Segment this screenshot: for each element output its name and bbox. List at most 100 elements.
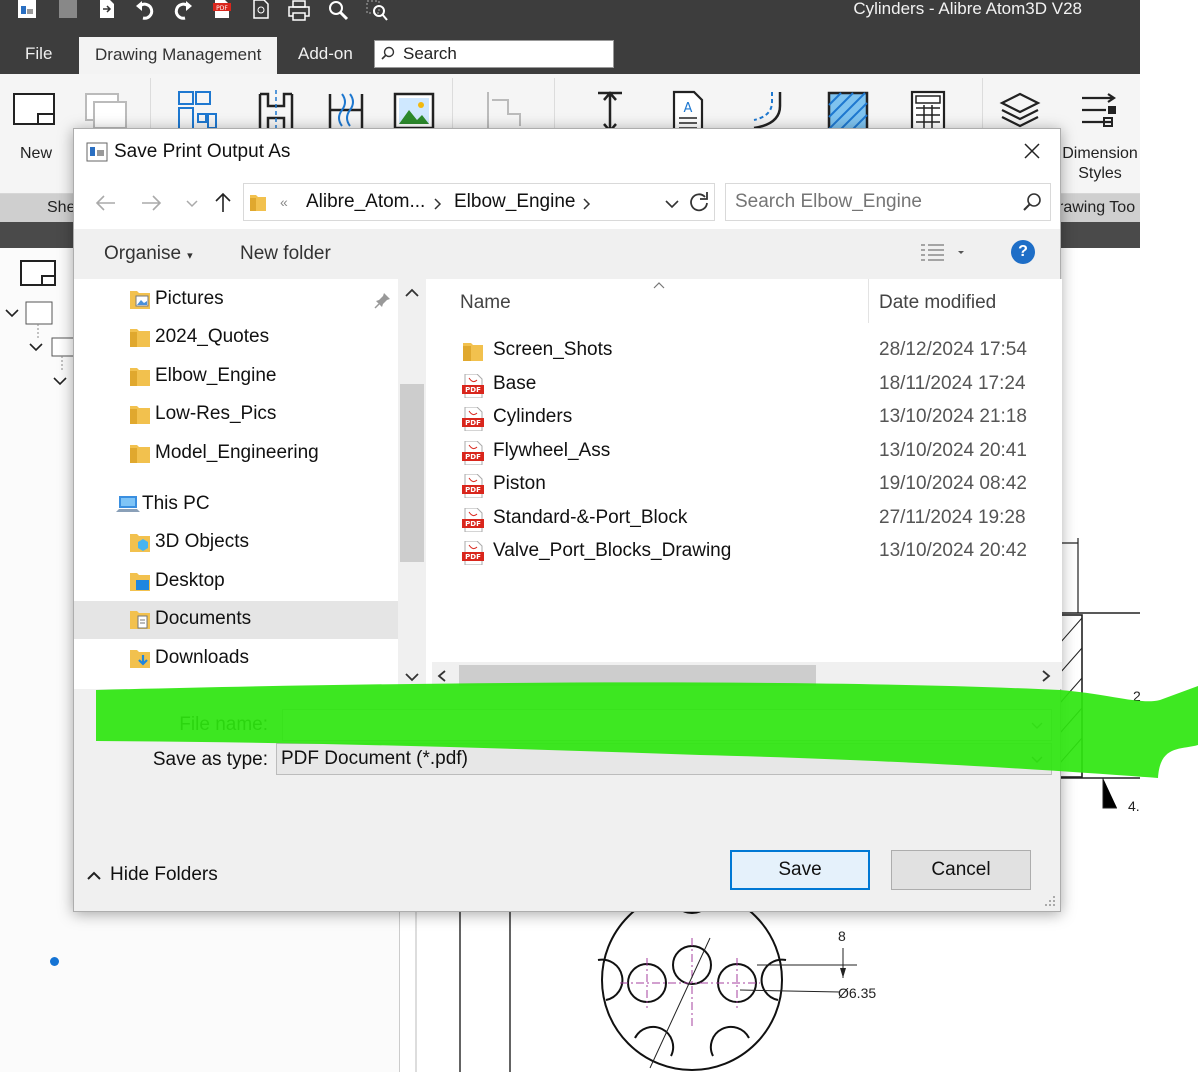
help-button[interactable]: ?	[1011, 240, 1035, 264]
file-name-dropdown-chevron-icon[interactable]	[1030, 721, 1044, 731]
nav-item-documents[interactable]: Documents	[74, 601, 398, 639]
chevron-up-icon	[87, 871, 101, 880]
redo-icon[interactable]	[172, 0, 194, 22]
file-row[interactable]: PDF Base 18/11/2024 17:24	[452, 369, 1052, 402]
view-options-icon[interactable]	[920, 241, 966, 265]
tab-drawing-management[interactable]: Drawing Management	[79, 34, 278, 74]
up-arrow-icon[interactable]	[211, 191, 235, 215]
pdf-file-icon: PDF	[462, 407, 484, 431]
pictures-folder-icon	[130, 291, 150, 309]
sheet-icon[interactable]	[20, 260, 56, 286]
new-folder-button[interactable]: New folder	[240, 243, 331, 265]
nav-label: Elbow_Engine	[155, 365, 277, 386]
nav-item-downloads[interactable]: Downloads	[74, 640, 398, 678]
file-name: Valve_Port_Blocks_Drawing	[493, 540, 732, 561]
resize-grip-icon[interactable]	[1044, 895, 1056, 907]
zoom-window-icon[interactable]	[366, 0, 388, 22]
folder-icon	[130, 445, 150, 463]
scroll-left-arrow-icon[interactable]	[436, 669, 448, 683]
refresh-icon[interactable]	[688, 191, 710, 213]
breadcrumb-chevron-icon[interactable]	[582, 198, 592, 210]
file-row[interactable]: PDF Valve_Port_Blocks_Drawing 13/10/2024…	[452, 536, 1052, 569]
sheet-group-label: She	[47, 199, 76, 216]
new-sheet-icon[interactable]	[12, 90, 56, 134]
file-row[interactable]: PDF Standard-&-Port_Block 27/11/2024 19:…	[452, 503, 1052, 536]
file-row[interactable]: PDF Flywheel_Ass 13/10/2024 20:41	[452, 436, 1052, 469]
column-separator[interactable]	[868, 279, 869, 323]
file-date: 13/10/2024 20:41	[879, 440, 1027, 461]
pin-icon[interactable]	[374, 291, 392, 309]
breadcrumb-overflow[interactable]: «	[280, 194, 288, 210]
nav-item-2024-quotes[interactable]: 2024_Quotes	[74, 319, 398, 357]
tab-file[interactable]: File	[25, 34, 52, 74]
cancel-button[interactable]: Cancel	[891, 850, 1031, 890]
file-list-horizontal-scrollbar[interactable]	[432, 662, 1062, 689]
save-button[interactable]: Save	[730, 850, 870, 890]
save-as-type-chevron-icon[interactable]	[1030, 755, 1044, 765]
file-row[interactable]: PDF Piston 19/10/2024 08:42	[452, 469, 1052, 502]
dialog-app-icon	[86, 142, 108, 162]
dialog-title: Save Print Output As	[114, 141, 291, 162]
save-as-type-select[interactable]: PDF Document (*.pdf)	[276, 743, 1052, 775]
breadcrumb-alibre-atom[interactable]: Alibre_Atom...	[306, 191, 425, 213]
nav-item-3d-objects[interactable]: 3D Objects	[74, 524, 398, 562]
scroll-down-arrow-icon[interactable]	[404, 671, 420, 683]
forward-arrow-icon[interactable]	[139, 191, 163, 215]
file-row[interactable]: Screen_Shots 28/12/2024 17:54	[452, 335, 1052, 368]
scroll-up-arrow-icon[interactable]	[404, 287, 420, 299]
horizontal-scroll-thumb[interactable]	[459, 665, 816, 686]
downloads-folder-icon	[130, 650, 150, 668]
nav-item-model-engineering[interactable]: Model_Engineering	[74, 435, 398, 473]
hide-folders-toggle[interactable]: Hide Folders	[86, 864, 218, 886]
pdf-file-icon: PDF	[462, 474, 484, 498]
close-icon[interactable]	[1020, 139, 1044, 163]
save-icon[interactable]	[57, 0, 79, 22]
app-logo-icon[interactable]	[16, 0, 38, 22]
dimension-styles-icon[interactable]	[1078, 90, 1122, 134]
back-arrow-icon[interactable]	[94, 191, 118, 215]
file-row[interactable]: PDF Cylinders 13/10/2024 21:18	[452, 402, 1052, 435]
nav-label: Low-Res_Pics	[155, 403, 277, 424]
folder-search-box[interactable]	[725, 183, 1051, 221]
save-as-type-label: Save as type:	[152, 749, 268, 770]
nav-item-low-res-pics[interactable]: Low-Res_Pics	[74, 396, 398, 434]
tab-add-on[interactable]: Add-on	[298, 34, 353, 74]
breadcrumb-chevron-icon[interactable]	[433, 198, 443, 210]
export-icon[interactable]	[96, 0, 118, 22]
nav-item-pictures[interactable]: Pictures	[74, 281, 398, 319]
nav-item-this-pc[interactable]: This PC	[74, 486, 398, 524]
preview-icon[interactable]	[250, 0, 272, 22]
navigation-scroll-thumb[interactable]	[400, 384, 424, 562]
organise-button[interactable]: Organise ▾	[104, 243, 193, 265]
folder-search-input[interactable]	[726, 184, 1016, 220]
breadcrumb-elbow-engine[interactable]: Elbow_Engine	[454, 191, 575, 213]
dimension-2: 2	[1133, 688, 1141, 704]
nav-item-elbow-engine[interactable]: Elbow_Engine	[74, 358, 398, 396]
file-name-label: File name:	[179, 714, 268, 735]
file-name: Base	[493, 373, 537, 394]
folder-icon	[130, 406, 150, 424]
svg-text:A: A	[684, 101, 693, 116]
pdf-file-icon: PDF	[462, 374, 484, 398]
desktop-folder-icon	[130, 573, 150, 591]
zoom-icon[interactable]	[327, 0, 349, 22]
nav-item-desktop[interactable]: Desktop	[74, 563, 398, 601]
pdf-export-icon[interactable]: PDF	[211, 0, 233, 22]
column-header-name[interactable]: Name	[460, 292, 511, 314]
print-icon[interactable]	[288, 0, 310, 22]
column-header-date-modified[interactable]: Date modified	[879, 292, 996, 314]
explorer-tree[interactable]	[0, 288, 80, 388]
nav-label: This PC	[142, 493, 210, 514]
svg-text:PDF: PDF	[465, 419, 481, 427]
app-search-box[interactable]: Search	[374, 40, 614, 68]
recent-locations-chevron-icon[interactable]	[180, 191, 204, 215]
scroll-right-arrow-icon[interactable]	[1040, 669, 1052, 683]
address-dropdown-chevron-icon[interactable]	[664, 198, 680, 210]
svg-text:PDF: PDF	[465, 386, 481, 394]
menu-bar: File Drawing Management Add-on Search	[0, 34, 1140, 74]
undo-icon[interactable]	[134, 0, 156, 22]
file-name-input[interactable]	[282, 709, 1052, 741]
navigation-scrollbar[interactable]	[398, 279, 426, 689]
sort-ascending-icon	[653, 282, 665, 289]
address-bar[interactable]: « Alibre_Atom... Elbow_Engine	[243, 183, 715, 221]
